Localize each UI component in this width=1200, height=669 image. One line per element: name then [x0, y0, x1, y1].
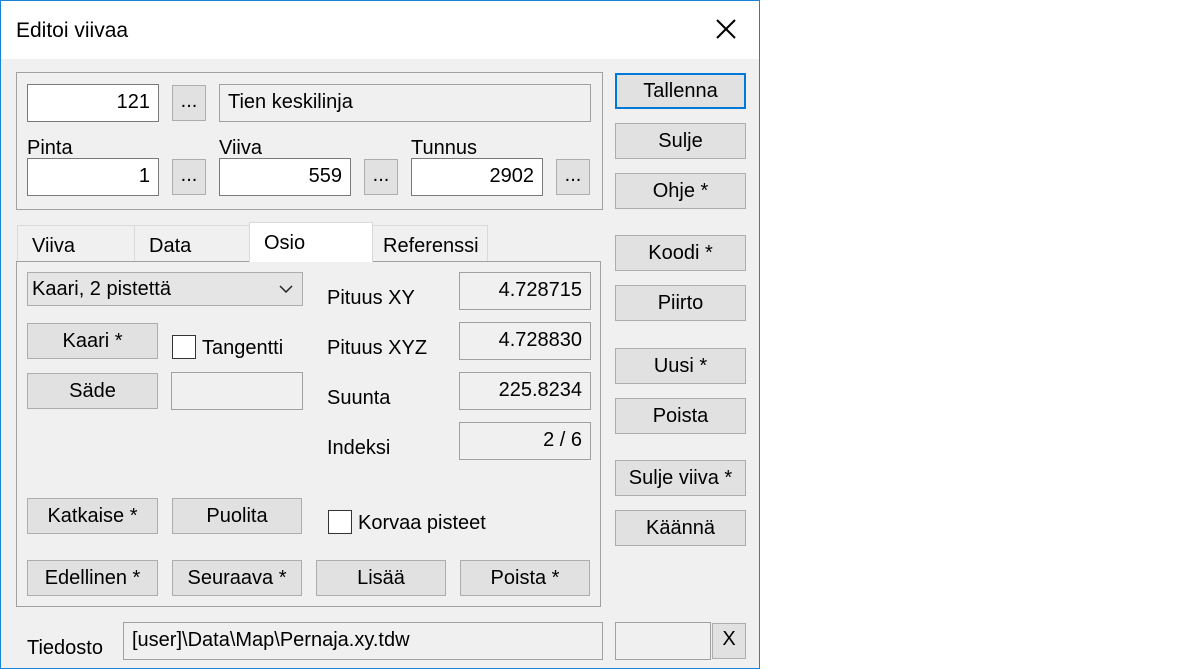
suunta-value: 225.8234	[459, 372, 591, 410]
koodi-button[interactable]: Koodi *	[615, 235, 746, 271]
uusi-button[interactable]: Uusi *	[615, 348, 746, 384]
suunta-label: Suunta	[327, 387, 391, 409]
ohje-button[interactable]: Ohje *	[615, 173, 746, 209]
tunnus-input[interactable]: 2902	[411, 158, 543, 196]
title-bar: Editoi viivaa	[1, 1, 759, 59]
sade-field	[171, 372, 303, 410]
tiedosto-field: [user]\Data\Map\Pernaja.xy.tdw	[123, 622, 603, 660]
chevron-down-icon	[278, 277, 294, 307]
tallenna-button[interactable]: Tallenna	[615, 73, 746, 109]
puolita-button[interactable]: Puolita	[172, 498, 302, 534]
viiva-label: Viiva	[219, 137, 262, 159]
sade-button[interactable]: Säde	[27, 373, 158, 409]
katkaise-button[interactable]: Katkaise *	[27, 498, 158, 534]
pinta-input[interactable]: 1	[27, 158, 159, 196]
tangentti-label: Tangentti	[202, 337, 284, 359]
seuraava-button[interactable]: Seuraava *	[172, 560, 302, 596]
korvaa-pisteet-checkbox[interactable]	[328, 510, 352, 534]
segment-type-select[interactable]: Kaari, 2 pistettä	[27, 272, 303, 306]
pituus-xyz-value: 4.728830	[459, 322, 591, 360]
pinta-browse-button[interactable]: ...	[172, 159, 206, 195]
segment-type-value: Kaari, 2 pistettä	[32, 278, 171, 300]
sulje-viiva-button[interactable]: Sulje viiva *	[615, 460, 746, 496]
sulje-button[interactable]: Sulje	[615, 123, 746, 159]
indeksi-label: Indeksi	[327, 437, 391, 459]
edit-line-dialog: Editoi viivaa 121 ... Tien keskilinja Pi…	[0, 0, 760, 669]
window-title: Editoi viivaa	[16, 19, 129, 42]
tangentti-checkbox[interactable]	[172, 335, 196, 359]
pituus-xy-label: Pituus XY	[327, 287, 415, 309]
extra-field	[615, 622, 711, 660]
edellinen-button[interactable]: Edellinen *	[27, 560, 158, 596]
viiva-browse-button[interactable]: ...	[364, 159, 398, 195]
pituus-xy-value: 4.728715	[459, 272, 591, 310]
viiva-input[interactable]: 559	[219, 158, 351, 196]
pinta-label: Pinta	[27, 137, 73, 159]
tunnus-label: Tunnus	[411, 137, 477, 159]
tab-osio[interactable]: Osio	[249, 222, 373, 262]
code-browse-button[interactable]: ...	[172, 85, 206, 121]
kaanna-button[interactable]: Käännä	[615, 510, 746, 546]
tab-viiva[interactable]: Viiva	[17, 225, 135, 261]
code-name-field: Tien keskilinja	[219, 84, 591, 122]
tiedosto-label: Tiedosto	[27, 637, 103, 659]
pituus-xyz-label: Pituus XYZ	[327, 337, 428, 359]
tunnus-browse-button[interactable]: ...	[556, 159, 590, 195]
tab-data[interactable]: Data	[134, 225, 250, 261]
code-input[interactable]: 121	[27, 84, 159, 122]
lisaa-button[interactable]: Lisää	[316, 560, 446, 596]
close-icon[interactable]	[701, 9, 751, 51]
poista-button[interactable]: Poista	[615, 398, 746, 434]
tab-referenssi[interactable]: Referenssi	[372, 225, 488, 261]
piirto-button[interactable]: Piirto	[615, 285, 746, 321]
kaari-button[interactable]: Kaari *	[27, 323, 158, 359]
clear-file-button[interactable]: X	[712, 623, 746, 659]
korvaa-pisteet-label: Korvaa pisteet	[358, 512, 486, 534]
poista-segment-button[interactable]: Poista *	[460, 560, 590, 596]
indeksi-value: 2 / 6	[459, 422, 591, 460]
